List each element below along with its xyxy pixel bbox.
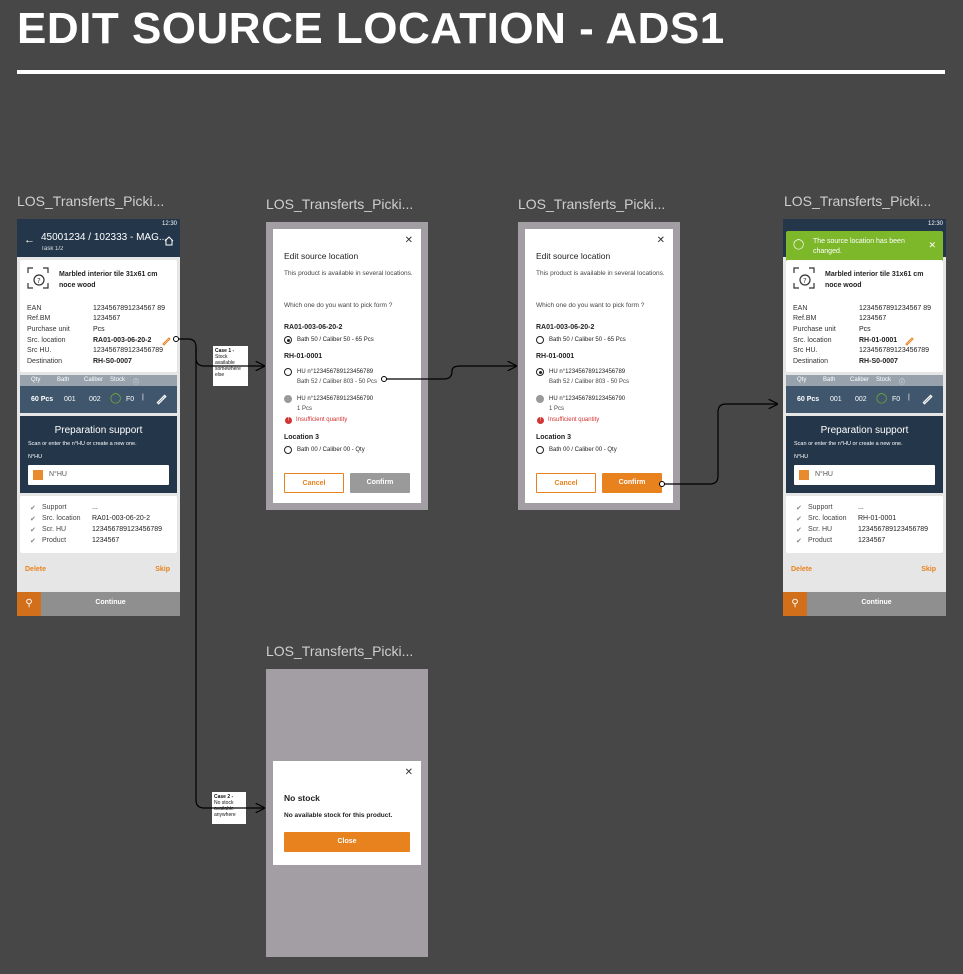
connector-edit-to-case2 [195,347,264,808]
connector-dot [659,481,665,487]
connector-dot [173,336,179,342]
connector-confirm-to-result [662,404,777,485]
connector-edit-to-case1 [176,338,264,366]
connector-select-to-confirm [384,366,516,380]
connector-dot [381,376,387,382]
flow-connectors [173,336,963,974]
